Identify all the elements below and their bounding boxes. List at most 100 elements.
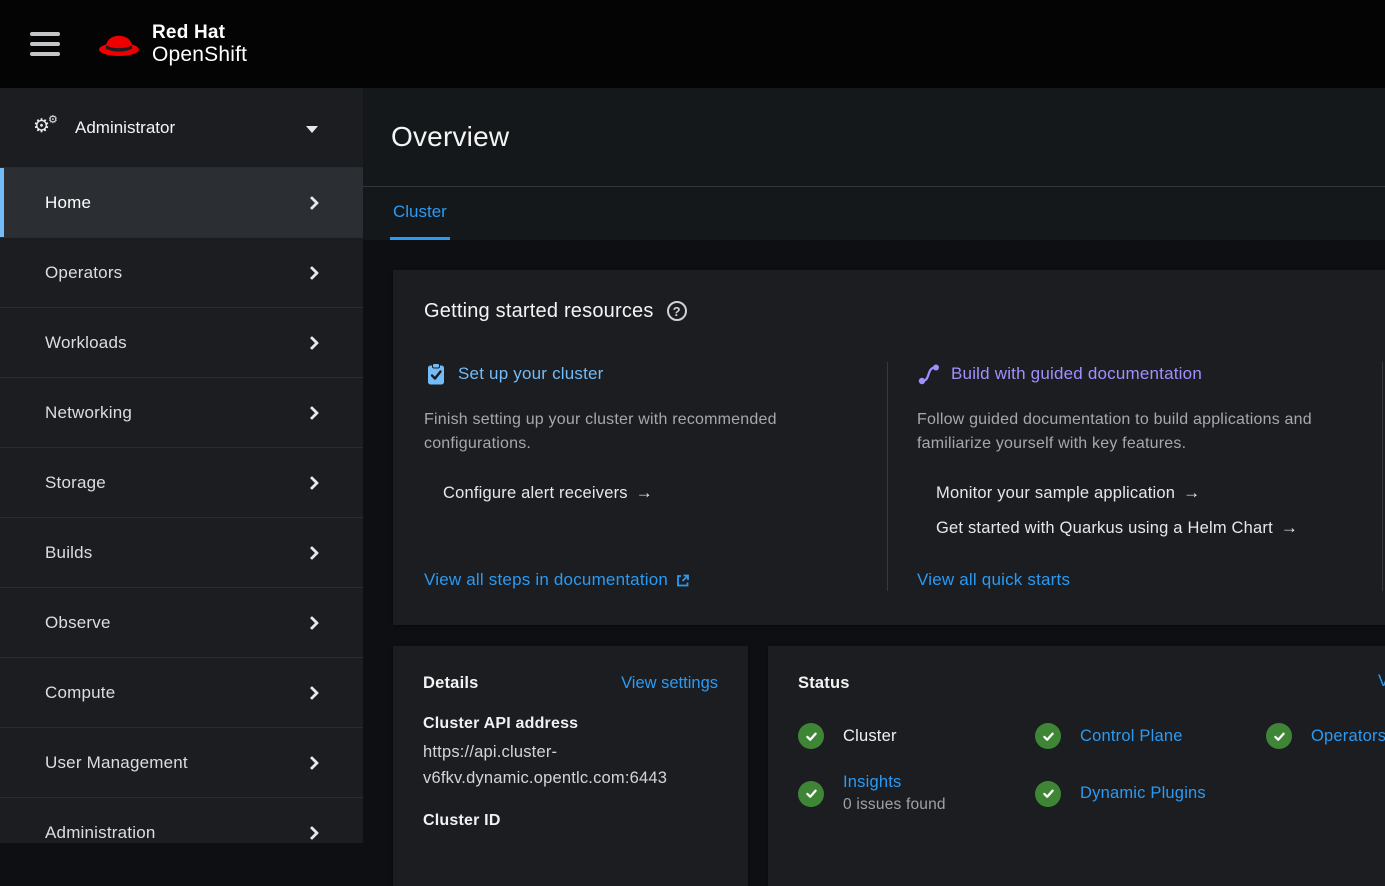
status-item-cluster: Cluster [798,723,1035,749]
cluster-id-label: Cluster ID [423,812,718,830]
control-plane-link[interactable]: Control Plane [1080,727,1183,746]
status-card-title: Status [798,674,850,693]
insights-link[interactable]: Insights [843,773,901,791]
operators-link[interactable]: Operators [1311,727,1385,746]
sidebar-item-compute[interactable]: Compute [0,657,363,727]
red-hat-fedora-icon [96,25,142,64]
chevron-right-icon [305,195,319,209]
external-link-icon [675,573,690,588]
getting-started-title: Getting started resources [424,300,654,323]
chevron-right-icon [305,615,319,629]
tab-cluster[interactable]: Cluster [390,187,450,240]
main-content: Overview Cluster Getting started resourc… [363,88,1385,843]
hamburger-menu-icon[interactable] [30,32,60,56]
sidebar-item-label: Home [45,193,91,213]
status-item-insights: Insights 0 issues found [798,773,1035,814]
check-circle-icon [1035,781,1061,807]
getting-started-column-setup: Set up your cluster Finish setting up yo… [424,362,887,591]
status-item-dynamic-plugins: Dynamic Plugins [1035,773,1206,814]
page-header: Overview [363,88,1385,186]
view-settings-link[interactable]: View settings [621,674,718,693]
sidebar-item-label: Compute [45,683,115,703]
status-card-action-link[interactable]: V [1378,672,1385,691]
sidebar-nav-list: Home Operators Workloads Networking Stor… [0,167,363,867]
status-grid: Cluster Control Plane Oper [798,723,1385,814]
page-content: Getting started resources ? Set up you [363,240,1385,843]
column-divider [1382,362,1383,591]
arrow-right-icon [636,483,653,503]
chevron-right-icon [305,405,319,419]
brand-logo[interactable]: Red Hat OpenShift [96,22,247,67]
view-all-quick-starts-link[interactable]: View all quick starts [917,569,1382,591]
check-circle-icon [1035,723,1061,749]
chevron-right-icon [305,335,319,349]
chevron-right-icon [305,825,319,839]
cluster-api-address-value: https://api.cluster-v6fkv.dynamic.opentl… [423,739,723,791]
arrow-right-icon [1281,518,1298,538]
brand-line2: OpenShift [152,43,247,67]
sidebar-item-user-management[interactable]: User Management [0,727,363,797]
brand-line1: Red Hat [152,22,247,43]
page-title: Overview [391,121,509,153]
sidebar-item-label: Networking [45,403,132,423]
sidebar-item-label: Administration [45,823,156,843]
clipboard-check-icon [424,362,448,386]
sidebar-item-label: Observe [45,613,111,633]
setup-cluster-title: Set up your cluster [458,364,604,384]
insights-issues-count: 0 issues found [843,796,946,814]
arrow-right-icon [1183,483,1200,503]
check-circle-icon [798,781,824,807]
sidebar-item-label: Operators [45,263,122,283]
sidebar-item-builds[interactable]: Builds [0,517,363,587]
link-label: Get started with Quarkus using a Helm Ch… [936,519,1273,538]
quarkus-helm-chart-link[interactable]: Get started with Quarkus using a Helm Ch… [936,517,1382,539]
getting-started-column-guided-docs: Build with guided documentation Follow g… [888,362,1382,591]
dynamic-plugins-link[interactable]: Dynamic Plugins [1080,784,1206,803]
perspective-switcher[interactable]: Administrator [0,88,363,167]
sidebar-item-operators[interactable]: Operators [0,237,363,307]
sidebar-item-observe[interactable]: Observe [0,587,363,657]
chevron-right-icon [305,475,319,489]
tab-label: Cluster [393,202,447,222]
getting-started-card: Getting started resources ? Set up you [393,270,1385,625]
chevron-right-icon [305,545,319,559]
link-label: Monitor your sample application [936,484,1175,503]
check-circle-icon [798,723,824,749]
sidebar-item-label: User Management [45,753,188,773]
sidebar-item-home[interactable]: Home [0,167,363,237]
details-card-title: Details [423,674,479,693]
sidebar-item-label: Builds [45,543,93,563]
sidebar-item-label: Storage [45,473,106,493]
sidebar-item-networking[interactable]: Networking [0,377,363,447]
route-icon [917,362,941,386]
setup-cluster-description: Finish setting up your cluster with reco… [424,408,864,456]
status-card: Status V Cluster [768,646,1385,886]
cluster-api-address-label: Cluster API address [423,715,718,733]
status-item-operators: Operators [1266,723,1385,749]
masthead: Red Hat OpenShift [0,0,1385,88]
caret-down-icon [306,126,318,133]
chevron-right-icon [305,755,319,769]
sidebar-item-storage[interactable]: Storage [0,447,363,517]
sidebar-item-administration[interactable]: Administration [0,797,363,867]
brand-text: Red Hat OpenShift [152,22,247,67]
sidebar-item-label: Workloads [45,333,127,353]
monitor-sample-app-link[interactable]: Monitor your sample application [936,482,1382,504]
perspective-label: Administrator [75,118,175,138]
gears-icon [33,117,59,139]
status-item-control-plane: Control Plane [1035,723,1266,749]
chevron-right-icon [305,265,319,279]
view-all-steps-link[interactable]: View all steps in documentation [424,569,887,591]
configure-alert-receivers-link[interactable]: Configure alert receivers [443,482,887,504]
help-icon[interactable]: ? [667,301,687,321]
sidebar-item-workloads[interactable]: Workloads [0,307,363,377]
tab-bar: Cluster [363,186,1385,240]
check-circle-icon [1266,723,1292,749]
details-card: Details View settings Cluster API addres… [393,646,748,886]
guided-docs-description: Follow guided documentation to build app… [917,408,1381,456]
link-label: View all quick starts [917,570,1070,590]
status-label: Cluster [843,727,897,746]
link-label: View all steps in documentation [424,570,668,590]
chevron-right-icon [305,685,319,699]
sidebar-nav: Administrator Home Operators Workloads N… [0,88,363,843]
